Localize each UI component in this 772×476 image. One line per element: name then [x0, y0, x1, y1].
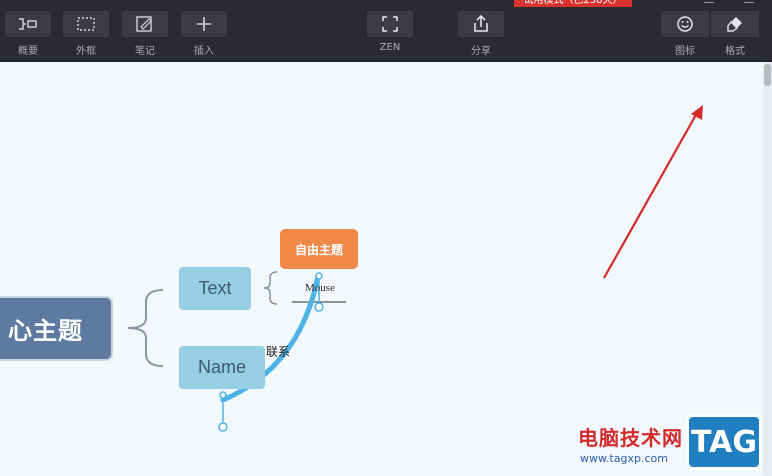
- brush-icon: [727, 17, 742, 32]
- toolbar: 概要 外框 笔记 插入 ZEN 分享 试用模式（已258天） 图标 格式: [0, 0, 772, 60]
- relationship-handle-bottom[interactable]: [218, 422, 228, 432]
- share-icon: [474, 14, 488, 32]
- smiley-icon: [677, 16, 693, 32]
- insert-button[interactable]: [181, 11, 227, 37]
- subtopic-name[interactable]: Name: [179, 346, 265, 389]
- summary-button[interactable]: [5, 11, 51, 37]
- plus-icon: [197, 17, 211, 31]
- mindmap-canvas[interactable]: 心主题 Text Name 自由主题 Mouse 联系 电脑技术网 www.ta…: [0, 62, 763, 476]
- fullscreen-icon: [382, 16, 398, 32]
- share-label: 分享: [471, 46, 491, 57]
- insert-label: 插入: [194, 46, 214, 57]
- relationship-endpoint-bottom[interactable]: [219, 391, 227, 399]
- text-child-topic[interactable]: Mouse: [296, 282, 344, 294]
- icons-button[interactable]: [661, 11, 709, 37]
- boundary-icon: [77, 17, 95, 31]
- boundary-button[interactable]: [63, 11, 109, 37]
- central-topic[interactable]: 心主题: [0, 296, 113, 361]
- annotation-arrowhead: [691, 105, 703, 120]
- maximize-icon[interactable]: [744, 0, 754, 3]
- relationship-endpoint-top[interactable]: [315, 272, 323, 280]
- summary-icon: [19, 18, 37, 30]
- relationship-label[interactable]: 联系: [266, 343, 290, 360]
- notes-label: 笔记: [135, 46, 155, 57]
- subtopic-text[interactable]: Text: [179, 267, 251, 310]
- zen-button[interactable]: [367, 11, 413, 37]
- summary-label: 概要: [18, 46, 38, 57]
- annotation-arrow: [603, 112, 698, 279]
- note-icon: [136, 16, 152, 32]
- notes-button[interactable]: [122, 11, 168, 37]
- minimize-icon[interactable]: [704, 0, 714, 3]
- boundary-label: 外框: [76, 46, 96, 57]
- format-button[interactable]: [711, 11, 759, 37]
- trial-mode-badge[interactable]: 试用模式（已258天）: [514, 0, 632, 7]
- connector-layer: [127, 105, 703, 432]
- watermark-text: 电脑技术网: [578, 426, 683, 450]
- watermark-url: www.tagxp.com: [580, 452, 668, 465]
- vertical-scrollbar[interactable]: [763, 62, 772, 476]
- zen-label: ZEN: [379, 42, 401, 53]
- share-button[interactable]: [458, 11, 504, 37]
- floating-topic[interactable]: 自由主题: [280, 229, 358, 269]
- scrollbar-thumb[interactable]: [764, 64, 771, 86]
- subtopic-brace: [127, 289, 164, 367]
- watermark-badge: TAG: [686, 414, 762, 470]
- format-label: 格式: [725, 46, 745, 57]
- text-brace: [263, 271, 278, 305]
- relationship-handle-top[interactable]: [314, 302, 324, 312]
